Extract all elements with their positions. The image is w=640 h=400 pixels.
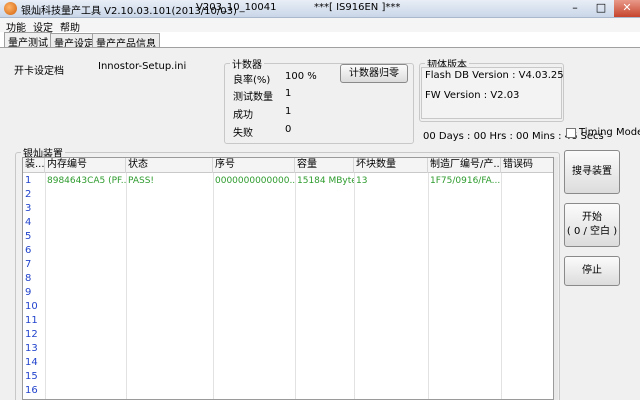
reset-counter-button[interactable]: 计数器归零 (340, 64, 408, 83)
device-row[interactable]: 7 (23, 258, 553, 272)
chip-tag: ***[ IS916EN ]*** (314, 2, 401, 13)
start-count-label: ( 0 / 空白 ) (566, 226, 618, 237)
device-row[interactable]: 5 (23, 230, 553, 244)
cell-vendor: 1F75/0916/FA... (430, 176, 501, 186)
version-code: V203_10_10041 (196, 2, 277, 13)
row-number: 5 (25, 231, 32, 242)
row-number: 6 (25, 245, 32, 256)
col-serial[interactable]: 序号 (213, 158, 295, 173)
yield-label: 良率(%) (233, 75, 271, 86)
device-row[interactable]: 4 (23, 216, 553, 230)
test-count-value: 1 (285, 88, 292, 99)
tab-product-info[interactable]: 量产产品信息 (92, 33, 160, 50)
start-button[interactable]: 开始 ( 0 / 空白 ) (564, 203, 620, 247)
test-count-label: 测试数量 (233, 92, 273, 103)
row-number: 14 (25, 357, 38, 368)
device-row[interactable]: 10 (23, 300, 553, 314)
fw-version: FW Version : V2.03 (425, 90, 520, 101)
cell-bad-blocks: 13 (356, 176, 368, 186)
row-number: 1 (25, 175, 32, 186)
open-card-value: Innostor-Setup.ini (98, 61, 187, 72)
fail-value: 0 (285, 124, 292, 135)
tab-strip: 量产测试 量产设定 量产产品信息 (0, 32, 640, 50)
row-number: 2 (25, 189, 32, 200)
row-number: 11 (25, 315, 38, 326)
device-row[interactable]: 13 (23, 342, 553, 356)
app-icon (4, 2, 17, 15)
stop-button[interactable]: 停止 (564, 256, 620, 286)
close-icon[interactable]: ✕ (614, 0, 640, 17)
row-number: 16 (25, 385, 38, 396)
col-bad-blocks[interactable]: 坏块数量 (354, 158, 428, 173)
row-number: 13 (25, 343, 38, 354)
device-row[interactable]: 11 (23, 314, 553, 328)
device-row[interactable]: 6 (23, 244, 553, 258)
cell-serial: 0000000000000... (215, 176, 295, 186)
minimize-icon[interactable]: – (562, 0, 588, 17)
row-number: 9 (25, 287, 32, 298)
cell-capacity: 15184 MBytes (297, 176, 354, 186)
row-number: 10 (25, 301, 38, 312)
tab-mp-settings[interactable]: 量产设定 (50, 33, 98, 50)
device-row[interactable]: 2 (23, 188, 553, 202)
start-label: 开始 (582, 212, 602, 223)
device-list[interactable]: 装... 内存编号 状态 序号 容量 坏块数量 制造厂编号/产... 错误码 1… (22, 157, 554, 400)
device-row[interactable]: 16 (23, 384, 553, 398)
fail-label: 失败 (233, 128, 253, 139)
device-row[interactable]: 12 (23, 328, 553, 342)
success-value: 1 (285, 106, 292, 117)
device-row[interactable]: 3 (23, 202, 553, 216)
success-label: 成功 (233, 110, 253, 121)
flash-db-version: Flash DB Version : V4.03.25 (425, 70, 564, 81)
row-number: 15 (25, 371, 38, 382)
open-card-label: 开卡设定档 (14, 66, 64, 77)
device-row[interactable]: 1 8984643CA5 (PF... PASS! 0000000000000... 1… (23, 174, 553, 188)
col-device[interactable]: 装... (23, 158, 45, 173)
row-number: 7 (25, 259, 32, 270)
device-row[interactable]: 15 (23, 370, 553, 384)
counter-legend: 计数器 (232, 60, 262, 71)
elapsed-timer: 00 Days : 00 Hrs : 00 Mins : 46 Secs (423, 131, 604, 142)
search-device-button[interactable]: 搜寻装置 (564, 150, 620, 194)
col-error[interactable]: 错误码 (501, 158, 553, 173)
row-number: 3 (25, 203, 32, 214)
row-number: 4 (25, 217, 32, 228)
row-number: 12 (25, 329, 38, 340)
tab-mp-test[interactable]: 量产测试 (4, 32, 52, 49)
col-status[interactable]: 状态 (126, 158, 213, 173)
device-list-header: 装... 内存编号 状态 序号 容量 坏块数量 制造厂编号/产... 错误码 (23, 158, 553, 173)
list-edge (554, 157, 558, 400)
device-row[interactable]: 8 (23, 272, 553, 286)
device-row[interactable]: 14 (23, 356, 553, 370)
col-vendor[interactable]: 制造厂编号/产... (428, 158, 501, 173)
maximize-icon[interactable]: □ (588, 0, 614, 17)
timing-mode-checkbox[interactable] (566, 128, 576, 138)
device-row[interactable]: 9 (23, 286, 553, 300)
row-number: 8 (25, 273, 32, 284)
col-flash-id[interactable]: 内存编号 (45, 158, 126, 173)
col-capacity[interactable]: 容量 (295, 158, 354, 173)
title-bar: 银灿科技量产工具 V2.10.03.101(2013/10/03) V203_1… (0, 0, 640, 18)
cell-flash-id: 8984643CA5 (PF... (47, 176, 126, 186)
menu-bar: 功能 设定 帮助 (0, 18, 640, 34)
cell-status: PASS! (128, 176, 155, 186)
timing-mode-label: Timing Mode (579, 127, 640, 138)
yield-value: 100 % (285, 71, 317, 82)
